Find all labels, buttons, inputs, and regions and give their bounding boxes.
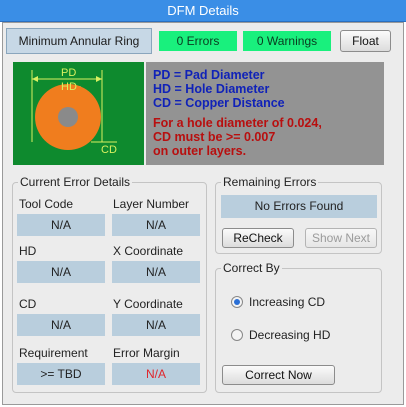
tool-code-label: Tool Code [19, 197, 74, 211]
tab-minimum-annular-ring[interactable]: Minimum Annular Ring [6, 28, 152, 54]
correct-by-title: Correct By [221, 261, 282, 275]
annular-ring-diagram: PD HD CD [13, 62, 144, 165]
annular-ring-svg: PD HD CD [31, 67, 117, 156]
hd-field-label: HD [19, 244, 37, 258]
x-coordinate-label: X Coordinate [113, 244, 184, 258]
increasing-cd-label[interactable]: Increasing CD [249, 295, 325, 309]
y-coordinate-label: Y Coordinate [113, 297, 183, 311]
y-coordinate-value: N/A [112, 314, 200, 336]
errors-count-badge: 0 Errors [159, 31, 237, 51]
window-title: DFM Details [167, 3, 239, 18]
show-next-button[interactable]: Show Next [305, 228, 377, 248]
hd-value: N/A [17, 261, 105, 283]
remaining-errors-status: No Errors Found [221, 195, 377, 218]
legend-pd: PD = Pad Diameter [153, 68, 265, 82]
legend-hd: HD = Hole Diameter [153, 82, 270, 96]
cd-label: CD [101, 144, 117, 156]
layer-number-label: Layer Number [113, 197, 190, 211]
note-line-2: CD must be >= 0.007 [153, 130, 276, 144]
cd-field-label: CD [19, 297, 37, 311]
legend-cd: CD = Copper Distance [153, 96, 285, 110]
requirement-value: >= TBD [17, 363, 105, 385]
title-bar: DFM Details [0, 0, 406, 22]
note-line-3: on outer layers. [153, 144, 247, 158]
decreasing-hd-label[interactable]: Decreasing HD [249, 328, 330, 342]
tool-code-value: N/A [17, 214, 105, 236]
error-margin-value: N/A [112, 363, 200, 385]
radio-decreasing-hd[interactable] [231, 329, 243, 341]
float-button[interactable]: Float [340, 30, 391, 52]
x-coordinate-value: N/A [112, 261, 200, 283]
requirement-label: Requirement [19, 346, 88, 360]
note-line-1: For a hole diameter of 0.024, [153, 116, 322, 130]
diagram-legend-panel: PD = Pad Diameter HD = Hole Diameter CD … [146, 62, 384, 165]
current-error-details-title: Current Error Details [18, 175, 133, 189]
error-margin-label: Error Margin [113, 346, 180, 360]
radio-selected-dot [234, 299, 240, 305]
layer-number-value: N/A [112, 214, 200, 236]
pd-arrow-left [32, 76, 38, 82]
drill-hole [58, 107, 78, 127]
recheck-button[interactable]: ReCheck [222, 228, 294, 248]
warnings-count-badge: 0 Warnings [243, 31, 331, 51]
hd-label: HD [61, 81, 77, 93]
remaining-errors-title: Remaining Errors [221, 175, 319, 189]
pd-label: PD [61, 67, 76, 79]
cd-value: N/A [17, 314, 105, 336]
radio-increasing-cd[interactable] [231, 296, 243, 308]
correct-now-button[interactable]: Correct Now [222, 365, 335, 385]
pd-arrow-right [96, 76, 102, 82]
